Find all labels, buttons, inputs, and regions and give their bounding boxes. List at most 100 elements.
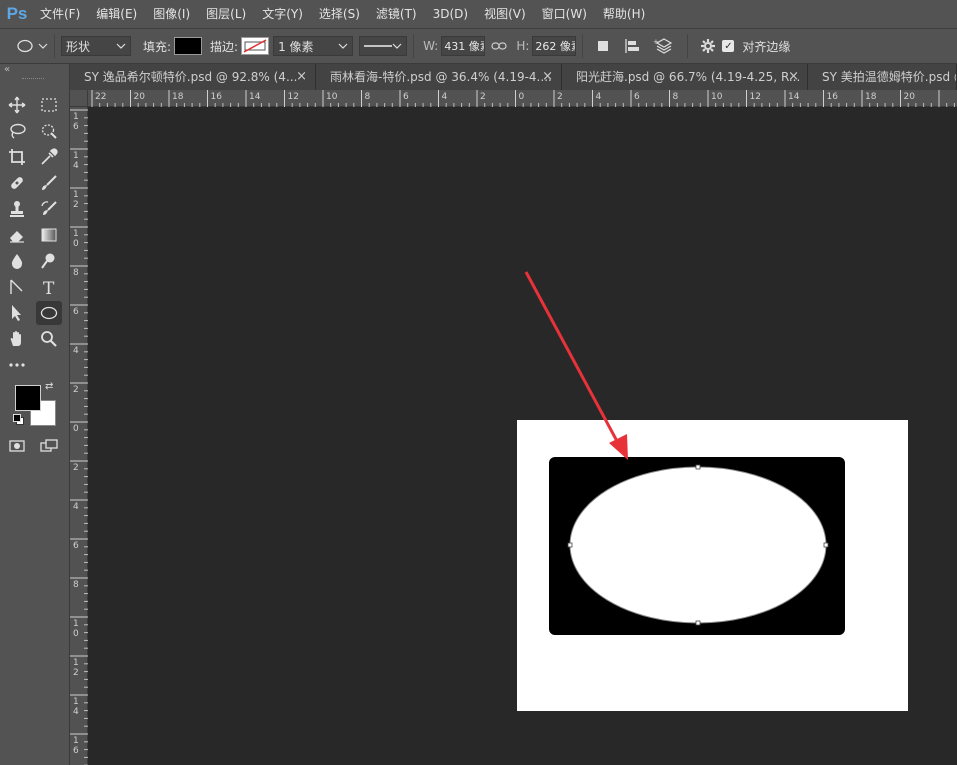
menu-item[interactable]: 图层(L): [200, 0, 252, 28]
menu-item[interactable]: 文件(F): [34, 0, 86, 28]
tab-label: SY 逸品希尔顿特价.psd @ 92.8% (4...: [84, 70, 298, 84]
healing-brush-tool-icon[interactable]: [4, 171, 30, 195]
width-value: 431 像素: [444, 40, 484, 53]
ruler-tick-label: 22: [95, 92, 107, 102]
brush-tool-icon[interactable]: [36, 171, 62, 195]
ruler-tick-label: 2: [557, 92, 563, 102]
ruler-tick-label: 14: [73, 697, 79, 717]
stroke-width-select[interactable]: 1 像素: [273, 36, 354, 56]
tab-label: 雨林看海-特价.psd @ 36.4% (4.19-4....: [330, 70, 552, 84]
tool-mode-value: 形状: [66, 39, 91, 54]
menu-item[interactable]: 编辑(E): [90, 0, 143, 28]
fill-color-swatch[interactable]: [174, 37, 203, 55]
menu-item[interactable]: 选择(S): [313, 0, 366, 28]
ruler-tick-label: 0: [518, 92, 525, 102]
close-icon[interactable]: ×: [296, 64, 307, 90]
ruler-origin[interactable]: [70, 90, 88, 107]
gradient-tool-icon[interactable]: [36, 223, 62, 247]
swap-colors-icon[interactable]: ⇄: [45, 381, 53, 392]
ruler-tick-label: 16: [73, 736, 79, 756]
document-tab[interactable]: 阳光赶海.psd @ 66.7% (4.19-4.25, R... ×: [562, 64, 808, 90]
foreground-color-swatch[interactable]: [15, 385, 41, 411]
document-tab[interactable]: SY 逸品希尔顿特价.psd @ 92.8% (4... ×: [70, 64, 316, 90]
height-label: H:: [516, 39, 530, 53]
panel-grip: [22, 78, 44, 81]
ruler-tick-label: 8: [73, 268, 79, 278]
tool-mode-select[interactable]: 形状: [61, 36, 131, 56]
height-field[interactable]: 262 像素: [532, 36, 577, 56]
more-tools-icon[interactable]: [4, 353, 30, 377]
svg-text:+: +: [653, 38, 659, 46]
close-icon[interactable]: ×: [788, 64, 799, 90]
ruler-tick-label: 0: [73, 424, 79, 434]
history-brush-tool-icon[interactable]: [36, 197, 62, 221]
ellipse-tool-preset-icon[interactable]: [16, 39, 48, 53]
ruler-tick-label: 2: [480, 92, 486, 102]
panel-collapse-icon[interactable]: «: [4, 64, 10, 75]
ruler-tick-label: 4: [441, 92, 448, 102]
menu-item[interactable]: 文字(Y): [256, 0, 309, 28]
document-tab[interactable]: 雨林看海-特价.psd @ 36.4% (4.19-4.... ×: [316, 64, 562, 90]
path-selection-tool-icon[interactable]: [4, 301, 30, 325]
tab-label: 阳光赶海.psd @ 66.7% (4.19-4.25, R...: [576, 70, 801, 84]
width-field[interactable]: 431 像素: [441, 36, 486, 56]
document-canvas[interactable]: [517, 420, 908, 711]
dodge-tool-icon[interactable]: [36, 249, 62, 273]
stroke-width-value: 1 像素: [278, 39, 314, 54]
svg-text:T: T: [43, 279, 55, 296]
pen-tool-icon[interactable]: [4, 275, 30, 299]
menu-bar: Ps 文件(F) 编辑(E) 图像(I) 图层(L) 文字(Y) 选择(S) 滤镜(T) 3D…: [0, 0, 957, 28]
ruler-tick-label: 20: [133, 92, 145, 102]
ruler-tick-label: 12: [73, 658, 79, 678]
close-icon[interactable]: ×: [542, 64, 553, 90]
hand-tool-icon[interactable]: [4, 327, 30, 351]
lasso-tool-icon[interactable]: [4, 119, 30, 143]
path-operations-icon[interactable]: [595, 38, 611, 54]
menu-item[interactable]: 3D(D): [427, 0, 474, 28]
quick-mask-icon[interactable]: [4, 434, 30, 458]
eraser-tool-icon[interactable]: [4, 223, 30, 247]
menu-item[interactable]: 窗口(W): [536, 0, 593, 28]
move-tool-icon[interactable]: [4, 93, 30, 117]
align-edges-checkbox[interactable]: ✓: [722, 40, 735, 52]
tab-label: SY 美拍温德姆特价.psd @ 66.7% (...: [822, 70, 956, 84]
photoshop-logo: Ps: [6, 4, 28, 23]
marquee-tool-icon[interactable]: [36, 93, 62, 117]
document-tab[interactable]: SY 美拍温德姆特价.psd @ 66.7% (...: [808, 64, 957, 90]
type-tool-icon[interactable]: T: [36, 275, 62, 299]
menu-item[interactable]: 帮助(H): [597, 0, 651, 28]
fill-label: 填充:: [143, 39, 172, 54]
ruler-tick-label: 14: [788, 92, 800, 102]
ellipse-tool-icon[interactable]: [36, 301, 62, 325]
menu-item[interactable]: 视图(V): [478, 0, 532, 28]
ruler-tick-label: 14: [249, 92, 261, 102]
default-colors-icon[interactable]: [13, 414, 24, 425]
vertical-ruler[interactable]: 16 14 12 10 8 6 4 2 0 2 4 6 8 10 12 14 16: [70, 107, 88, 765]
ruler-tick-label: 8: [672, 92, 679, 102]
eyedropper-tool-icon[interactable]: [36, 145, 62, 169]
ruler-tick-label: 12: [749, 92, 761, 102]
stroke-type-select[interactable]: [359, 36, 408, 56]
stroke-color-swatch[interactable]: [241, 37, 270, 55]
menu-item[interactable]: 滤镜(T): [370, 0, 423, 28]
quick-selection-tool-icon[interactable]: [36, 119, 62, 143]
crop-tool-icon[interactable]: [4, 145, 30, 169]
ruler-tick-label: 6: [73, 307, 79, 317]
ruler-tick-label: 20: [903, 92, 915, 102]
path-arrangement-icon[interactable]: +: [653, 37, 675, 55]
gear-icon[interactable]: [700, 38, 716, 54]
zoom-tool-icon[interactable]: [36, 327, 62, 351]
link-icon[interactable]: [491, 41, 507, 51]
ruler-tick-label: 18: [865, 92, 877, 102]
horizontal-ruler[interactable]: 22 20 18 16 14 12 10 8 6 4 2 0 2 4 6 8 10 12 14 16 18 20: [88, 90, 957, 107]
ruler-tick-label: 2: [73, 463, 79, 473]
ruler-tick-label: 8: [73, 580, 79, 590]
stroke-label: 描边:: [210, 39, 239, 54]
clone-stamp-tool-icon[interactable]: [4, 197, 30, 221]
blur-tool-icon[interactable]: [4, 249, 30, 273]
align-edges-label: 对齐边缘: [742, 39, 791, 54]
screen-mode-icon[interactable]: [36, 434, 62, 458]
menu-item[interactable]: 图像(I): [147, 0, 196, 28]
ruler-tick-label: 4: [595, 92, 602, 102]
path-alignment-icon[interactable]: [623, 38, 641, 54]
